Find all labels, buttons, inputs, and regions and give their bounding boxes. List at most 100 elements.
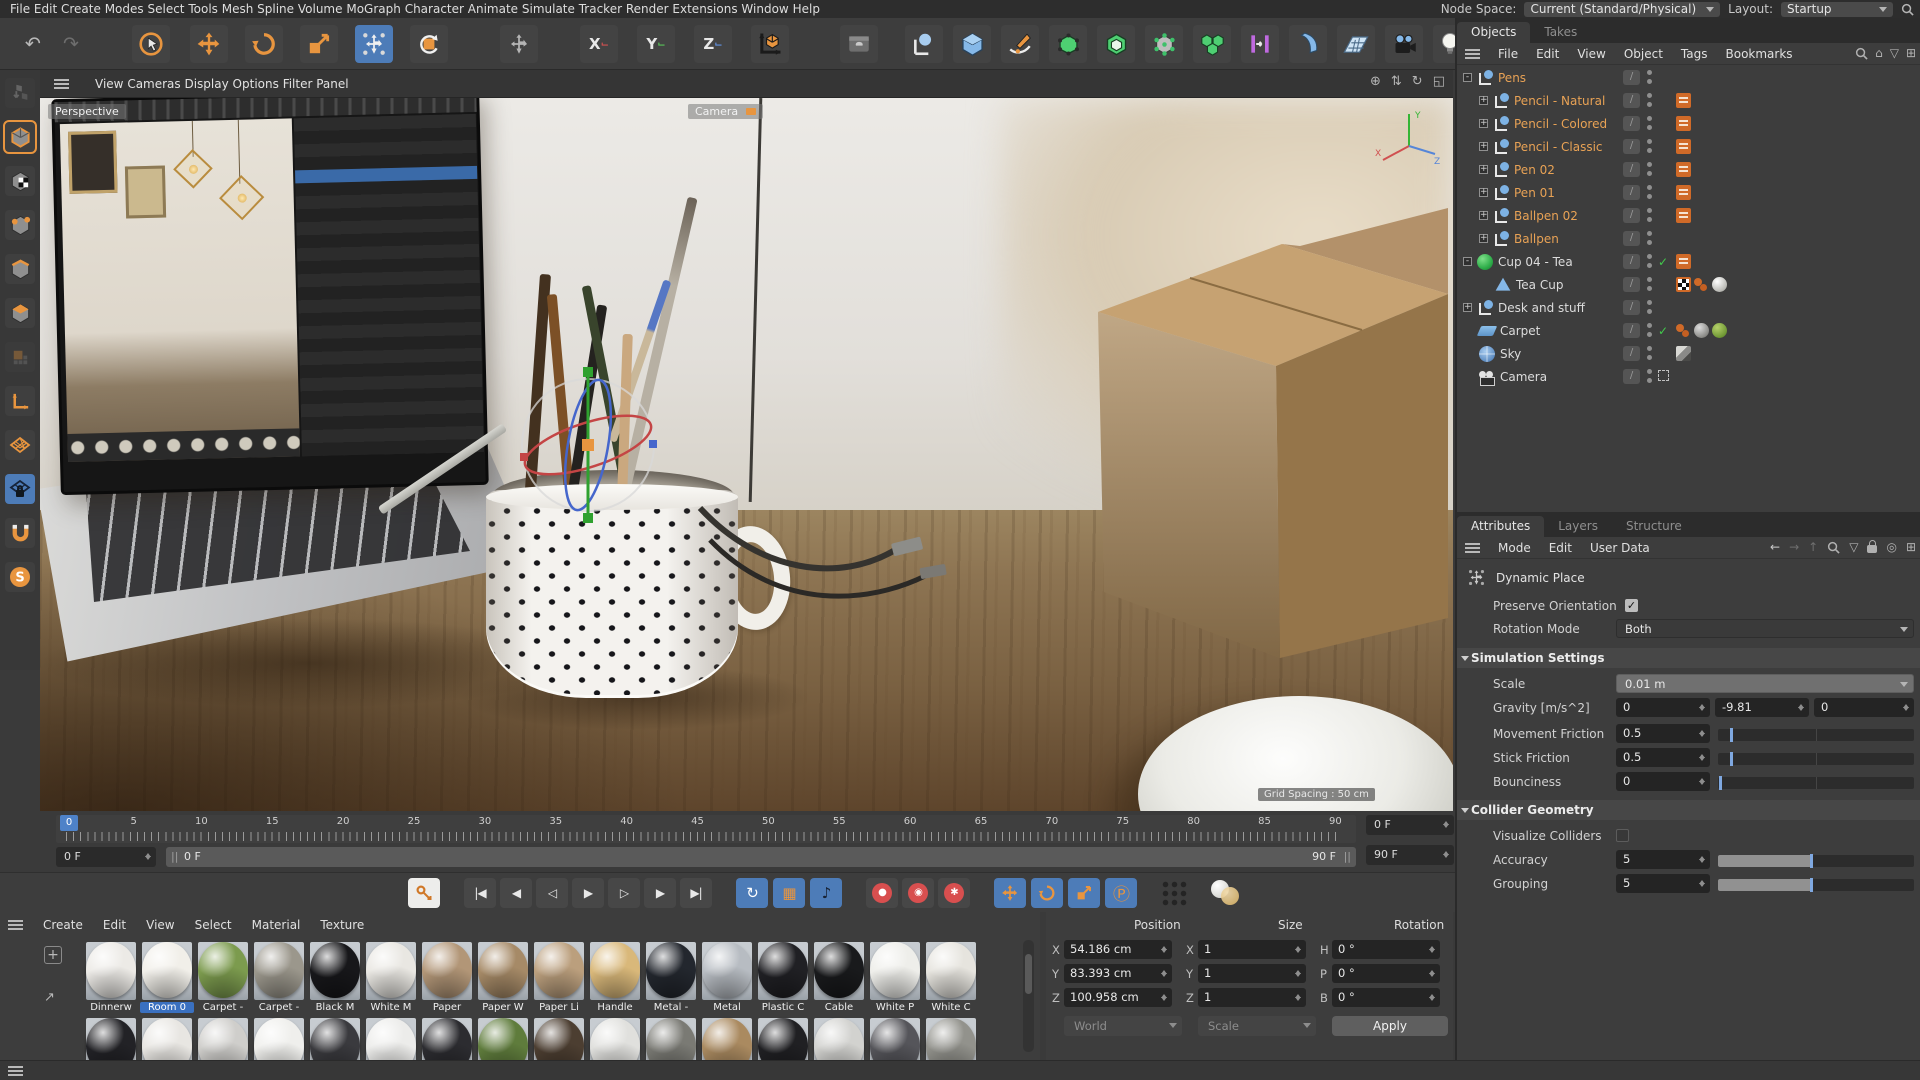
table-row[interactable]: Sky / bbox=[1457, 342, 1920, 365]
layer-toggle[interactable]: / bbox=[1623, 185, 1640, 200]
material-item[interactable]: Handle bbox=[590, 942, 640, 1013]
layer-toggle[interactable]: / bbox=[1623, 116, 1640, 131]
size-x-field[interactable]: 1 bbox=[1198, 940, 1306, 959]
material-menu-item[interactable]: Create bbox=[43, 918, 83, 932]
play-sound-button[interactable]: ♪ bbox=[810, 877, 842, 908]
object-name[interactable]: Tea Cup bbox=[1516, 278, 1563, 292]
spinner-icon[interactable] bbox=[1698, 701, 1707, 714]
apply-button[interactable]: Apply bbox=[1332, 1016, 1448, 1036]
material-item[interactable] bbox=[758, 1018, 808, 1060]
spinner-icon[interactable] bbox=[1160, 967, 1169, 980]
search-icon[interactable] bbox=[1855, 47, 1868, 60]
menu-item[interactable]: Mesh bbox=[222, 2, 254, 16]
material-scrollbar[interactable] bbox=[1023, 940, 1034, 1052]
table-row[interactable]: + Ballpen 02 / bbox=[1457, 204, 1920, 227]
movement-friction-field[interactable]: 0.5 bbox=[1616, 724, 1710, 743]
object-menu-item[interactable]: Edit bbox=[1536, 47, 1559, 61]
visibility-dots[interactable] bbox=[1647, 231, 1652, 246]
volume-builder-button[interactable] bbox=[1145, 25, 1183, 63]
filter-icon[interactable]: ▽ bbox=[1849, 540, 1858, 554]
goto-start-button[interactable]: |◀ bbox=[464, 877, 496, 908]
viewport-menu-item[interactable]: Panel bbox=[316, 77, 348, 91]
record-position-toggle[interactable] bbox=[994, 877, 1026, 908]
gravity-y-field[interactable]: -9.81 bbox=[1715, 698, 1809, 717]
camera-label[interactable]: Camera bbox=[688, 104, 764, 119]
next-frame-button[interactable]: ▷ bbox=[608, 877, 640, 908]
attribute-menu-item[interactable]: User Data bbox=[1590, 541, 1650, 555]
material-item[interactable] bbox=[254, 1018, 304, 1060]
note-tag[interactable] bbox=[1676, 162, 1691, 177]
object-name[interactable]: Pencil - Colored bbox=[1514, 117, 1607, 131]
material-item[interactable]: White M bbox=[366, 942, 416, 1013]
dynamic-place-tool-button[interactable] bbox=[355, 25, 393, 63]
loop-max-field[interactable]: 90 F bbox=[1366, 845, 1454, 865]
visibility-dots[interactable] bbox=[1647, 162, 1652, 177]
material-item[interactable]: Metal - bbox=[646, 942, 696, 1013]
object-name[interactable]: Pencil - Classic bbox=[1514, 140, 1603, 154]
material-item[interactable]: Paper W bbox=[478, 942, 528, 1013]
viewport-menu-item[interactable]: Filter bbox=[283, 77, 313, 91]
layout-dropdown[interactable]: Startup bbox=[1781, 1, 1893, 17]
next-key-button[interactable]: ▶ bbox=[644, 877, 676, 908]
loop-min-field[interactable]: 0 F bbox=[1366, 815, 1454, 835]
tab[interactable]: Objects bbox=[1457, 22, 1531, 43]
spinner-icon[interactable] bbox=[1698, 877, 1707, 890]
position-y-field[interactable]: 83.393 cm bbox=[1064, 964, 1172, 983]
visibility-dots[interactable] bbox=[1647, 323, 1652, 338]
material-item[interactable] bbox=[870, 1018, 920, 1060]
expander-icon[interactable]: + bbox=[1479, 211, 1488, 220]
keyframe-selection-grid[interactable] bbox=[1161, 879, 1187, 906]
viewport-menu-item[interactable]: Options bbox=[233, 77, 279, 91]
visibility-dots[interactable] bbox=[1647, 185, 1652, 200]
deformer-button[interactable] bbox=[1289, 25, 1327, 63]
material-item[interactable]: Carpet - bbox=[198, 942, 248, 1013]
viewport[interactable]: Perspective Camera Grid Spacing : 50 cm … bbox=[40, 98, 1453, 811]
viewport-menu-item[interactable]: Display bbox=[184, 77, 228, 91]
object-menu-item[interactable]: View bbox=[1577, 47, 1605, 61]
expander-icon[interactable]: + bbox=[1479, 234, 1488, 243]
add-panel-icon[interactable]: ⊞ bbox=[1906, 540, 1916, 554]
table-row[interactable]: + Ballpen / bbox=[1457, 227, 1920, 250]
grouping-field[interactable]: 5 bbox=[1616, 874, 1710, 893]
attribute-menu-item[interactable]: Edit bbox=[1549, 541, 1572, 555]
visibility-dots[interactable] bbox=[1647, 208, 1652, 223]
layer-toggle[interactable]: / bbox=[1623, 93, 1640, 108]
coordinate-space-dropdown[interactable]: World bbox=[1064, 1016, 1182, 1036]
prev-key-button[interactable]: ◀ bbox=[500, 877, 532, 908]
object-name[interactable]: Sky bbox=[1500, 347, 1521, 361]
material-item[interactable]: Dinnerw bbox=[86, 942, 136, 1013]
stick-friction-slider[interactable] bbox=[1718, 752, 1914, 766]
expander-icon[interactable]: + bbox=[1479, 142, 1488, 151]
visibility-dots[interactable] bbox=[1647, 93, 1652, 108]
object-menu-item[interactable]: File bbox=[1498, 47, 1518, 61]
keyframe-brush-button[interactable] bbox=[408, 877, 440, 908]
material-item[interactable]: Metal bbox=[702, 942, 752, 1013]
layer-toggle[interactable]: / bbox=[1623, 277, 1640, 292]
spinner-icon[interactable] bbox=[1160, 991, 1169, 1004]
collider-geometry-header[interactable]: Collider Geometry bbox=[1457, 800, 1920, 820]
show-keyframes-button[interactable]: ▦ bbox=[773, 877, 805, 908]
back-arrow-icon[interactable]: ← bbox=[1770, 540, 1780, 554]
size-y-field[interactable]: 1 bbox=[1198, 964, 1306, 983]
visibility-dots[interactable] bbox=[1647, 300, 1652, 315]
accuracy-slider[interactable] bbox=[1718, 854, 1914, 868]
visibility-dots[interactable] bbox=[1647, 139, 1652, 154]
menu-item[interactable]: Window bbox=[741, 2, 788, 16]
spinner-icon[interactable] bbox=[1160, 943, 1169, 956]
spinner-icon[interactable] bbox=[1294, 967, 1303, 980]
rotation-b-field[interactable]: 0 ° bbox=[1332, 988, 1440, 1007]
layer-toggle[interactable]: / bbox=[1623, 208, 1640, 223]
material-item[interactable]: White P bbox=[870, 942, 920, 1013]
menu-item[interactable]: Volume bbox=[298, 2, 343, 16]
table-row[interactable]: Tea Cup / bbox=[1457, 273, 1920, 296]
layer-toggle[interactable]: / bbox=[1623, 346, 1640, 361]
up-arrow-icon[interactable]: ↑ bbox=[1808, 540, 1818, 554]
record-scale-toggle[interactable] bbox=[1068, 877, 1100, 908]
extrude-button[interactable] bbox=[1097, 25, 1135, 63]
accuracy-field[interactable]: 5 bbox=[1616, 850, 1710, 869]
table-row[interactable]: + Pen 01 / bbox=[1457, 181, 1920, 204]
material-item[interactable] bbox=[310, 1018, 360, 1060]
object-name[interactable]: Pen 02 bbox=[1514, 163, 1555, 177]
table-row[interactable]: + Pencil - Colored / bbox=[1457, 112, 1920, 135]
expander-icon[interactable]: + bbox=[1463, 303, 1472, 312]
